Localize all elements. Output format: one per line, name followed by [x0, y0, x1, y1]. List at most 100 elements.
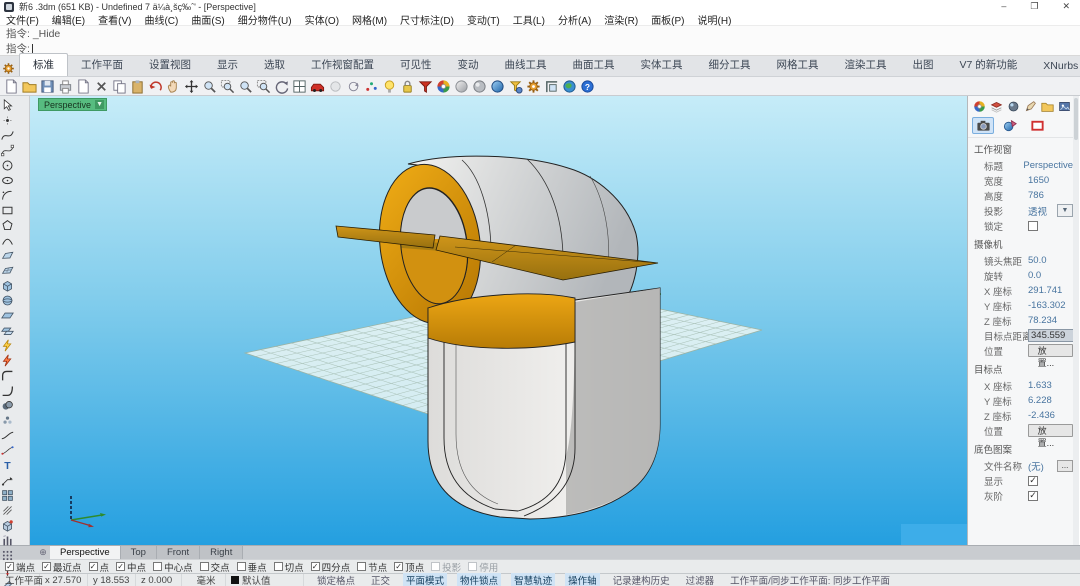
paste-icon[interactable] — [129, 78, 146, 95]
surface-patch-icon[interactable] — [0, 263, 15, 278]
rendered-ball-icon[interactable] — [489, 78, 506, 95]
menu-item[interactable]: 说明(H) — [698, 12, 732, 27]
camera-z-value[interactable]: 78.234 — [1028, 315, 1057, 326]
wallpaper-browse-button[interactable]: ... — [1057, 460, 1073, 472]
cplane-button[interactable]: 工作平面 — [0, 574, 40, 586]
menu-item[interactable]: 尺寸标注(D) — [400, 12, 454, 27]
camera-x-value[interactable]: 291.741 — [1028, 285, 1062, 296]
boolean-union-icon[interactable] — [0, 398, 15, 413]
tabstrip-gear-icon[interactable] — [2, 62, 15, 76]
model-body[interactable] — [428, 288, 660, 519]
smash-icon[interactable] — [0, 353, 15, 368]
sphere-icon[interactable] — [0, 293, 15, 308]
menu-item[interactable]: 工具(L) — [513, 12, 545, 27]
osnap-checkbox[interactable] — [116, 562, 125, 571]
wallpaper-show-checkbox[interactable] — [1028, 476, 1038, 486]
menu-item[interactable]: 曲面(S) — [191, 12, 224, 27]
close-button[interactable]: ✕ — [1062, 1, 1070, 12]
display-cone-icon[interactable] — [417, 78, 434, 95]
zoom-extents-icon[interactable] — [255, 78, 272, 95]
material-page-button[interactable] — [999, 117, 1021, 134]
menu-item[interactable]: 文件(F) — [6, 12, 39, 27]
viewport-tab-front[interactable]: Front — [157, 546, 200, 559]
shaded-ball-icon[interactable] — [453, 78, 470, 95]
target-distance-field[interactable]: 345.559 — [1028, 329, 1078, 342]
color-wheel-icon[interactable] — [435, 78, 452, 95]
toolbar-tab[interactable]: 工作视窗配置 — [298, 54, 387, 76]
osnap-checkbox[interactable] — [5, 562, 14, 571]
toolbar-tab[interactable]: 曲线工具 — [492, 54, 560, 76]
toolbar-tab[interactable]: 选取 — [251, 54, 298, 76]
viewport-title-value[interactable]: Perspective — [1023, 160, 1073, 171]
osnap-vertex[interactable]: 顶点 — [394, 560, 424, 574]
osnap-checkbox[interactable] — [42, 562, 51, 571]
osnap-checkbox[interactable] — [357, 562, 366, 571]
select-pointer-icon[interactable] — [0, 98, 15, 113]
box-icon[interactable] — [0, 278, 15, 293]
plane-icon[interactable] — [0, 308, 15, 323]
new-viewport-tab-button[interactable]: ⊕ — [36, 546, 50, 559]
red-car-icon[interactable] — [309, 78, 326, 95]
text-object-icon[interactable] — [0, 458, 15, 473]
osnap-intersection[interactable]: 交点 — [200, 560, 230, 574]
gear-options-icon[interactable] — [525, 78, 542, 95]
layer-indicator[interactable]: 默认值 — [226, 574, 304, 586]
osnap-checkbox[interactable] — [431, 562, 440, 571]
properties-tab[interactable] — [972, 99, 986, 113]
osnap-checkbox[interactable] — [200, 562, 209, 571]
toolbar-tab[interactable]: 细分工具 — [696, 54, 764, 76]
osnap-checkbox[interactable] — [89, 562, 98, 571]
zoom-window-icon[interactable] — [219, 78, 236, 95]
osnap-near[interactable]: 最近点 — [42, 560, 82, 574]
viewport-width-value[interactable]: 1650 — [1028, 175, 1049, 186]
circle-icon[interactable] — [0, 158, 15, 173]
viewport-tab-top[interactable]: Top — [121, 546, 157, 559]
osnap-checkbox[interactable] — [153, 562, 162, 571]
curve-icon[interactable] — [0, 128, 15, 143]
grid-snap-toggle[interactable]: 锁定格点 — [314, 573, 358, 586]
menu-item[interactable]: 细分物件(U) — [238, 12, 292, 27]
toolbar-tab[interactable]: 出图 — [900, 54, 947, 76]
osnap-checkbox[interactable] — [468, 562, 477, 571]
web-browser-icon[interactable] — [561, 78, 578, 95]
projection-dropdown[interactable]: ▼ — [1057, 204, 1073, 217]
toolbar-tab[interactable]: 网格工具 — [764, 54, 832, 76]
menu-item[interactable]: 编辑(E) — [52, 12, 85, 27]
restore-button[interactable]: ❐ — [1030, 1, 1038, 12]
menu-item[interactable]: 网格(M) — [352, 12, 387, 27]
boolean-diff-icon[interactable] — [0, 413, 15, 428]
conic-icon[interactable] — [0, 233, 15, 248]
ortho-toggle[interactable]: 正交 — [368, 573, 393, 586]
surface-icon[interactable] — [0, 248, 15, 263]
panel-scrollbar[interactable] — [1073, 96, 1079, 545]
menu-item[interactable]: 渲染(R) — [604, 12, 638, 27]
toolbar-tab[interactable]: 渲染工具 — [832, 54, 900, 76]
smarttrack-toggle[interactable]: 智慧轨迹 — [511, 573, 555, 586]
toolbar-tab[interactable]: 工作平面 — [68, 54, 136, 76]
adjust-blend-icon[interactable] — [0, 443, 15, 458]
rendering-tab[interactable] — [1057, 99, 1071, 113]
menu-item[interactable]: 查看(V) — [98, 12, 131, 27]
insert-block-icon[interactable] — [0, 518, 15, 533]
menu-item[interactable]: 变动(T) — [467, 12, 500, 27]
osnap-tangent[interactable]: 切点 — [274, 560, 304, 574]
viewport-title-badge[interactable]: Perspective ▼ — [38, 98, 107, 111]
osnap-checkbox[interactable] — [237, 562, 246, 571]
help-icon[interactable] — [579, 78, 596, 95]
planar-toggle[interactable]: 平面模式 — [403, 573, 447, 586]
save-icon[interactable] — [39, 78, 56, 95]
viewport-canvas[interactable]: Perspective ▼ — [30, 96, 967, 545]
target-z-value[interactable]: -2.436 — [1028, 410, 1055, 421]
arc-icon[interactable] — [0, 188, 15, 203]
pan-icon[interactable] — [165, 78, 182, 95]
viewport-tab-right[interactable]: Right — [200, 546, 243, 559]
zoom-icon[interactable] — [201, 78, 218, 95]
ellipse-icon[interactable] — [0, 173, 15, 188]
template-icon[interactable] — [75, 78, 92, 95]
selection-filter-icon[interactable] — [507, 78, 524, 95]
new-file-icon[interactable] — [3, 78, 20, 95]
minimize-button[interactable]: – — [1001, 1, 1006, 12]
copy-icon[interactable] — [111, 78, 128, 95]
wallpaper-file-value[interactable]: (无) — [1028, 459, 1044, 473]
open-file-icon[interactable] — [21, 78, 38, 95]
